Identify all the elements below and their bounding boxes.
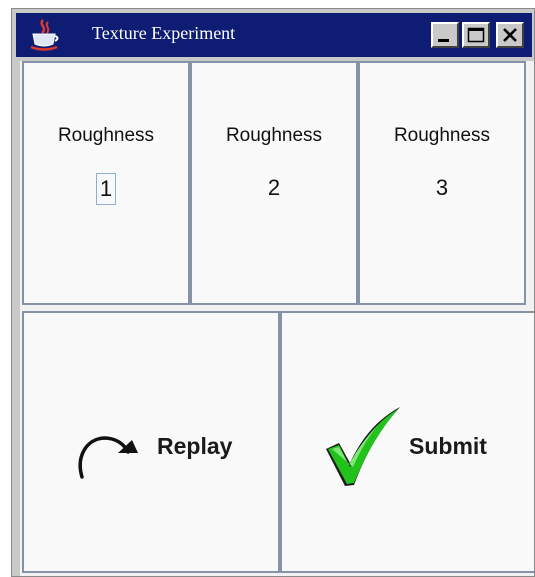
- submit-button[interactable]: Submit: [280, 311, 534, 573]
- green-checkmark-icon: [326, 407, 400, 486]
- maximize-icon: [467, 27, 485, 43]
- title-bar[interactable]: Texture Experiment: [16, 13, 532, 57]
- replay-button[interactable]: Replay: [22, 311, 280, 573]
- roughness-label: Roughness: [225, 125, 323, 146]
- submit-label: Submit: [409, 433, 487, 459]
- close-icon: [503, 28, 517, 42]
- roughness-value: 2: [192, 173, 356, 203]
- replay-label: Replay: [157, 433, 233, 459]
- roughness-option-2[interactable]: Roughness 2: [190, 61, 358, 305]
- content-area: Roughness 1 Roughness 2 Roughness 3 Repl…: [20, 61, 534, 576]
- roughness-value-text: 2: [267, 175, 281, 200]
- roughness-value: 3: [360, 173, 524, 203]
- minimize-icon: [438, 39, 449, 42]
- roughness-value: 1: [24, 173, 188, 205]
- minimize-button[interactable]: [431, 22, 459, 48]
- window-title: Texture Experiment: [92, 23, 236, 43]
- roughness-value-text: 1: [95, 173, 117, 205]
- maximize-button[interactable]: [462, 22, 490, 48]
- roughness-value-text: 3: [435, 175, 449, 200]
- roughness-option-1[interactable]: Roughness 1: [22, 61, 190, 305]
- close-button[interactable]: [496, 22, 524, 48]
- roughness-label: Roughness: [393, 125, 491, 146]
- replay-arrow-icon: [78, 436, 138, 479]
- roughness-option-3[interactable]: Roughness 3: [358, 61, 526, 305]
- app-window: Texture Experiment Roughness 1 Roughness…: [11, 8, 535, 577]
- java-cup-icon[interactable]: [28, 17, 62, 53]
- roughness-label: Roughness: [57, 125, 155, 146]
